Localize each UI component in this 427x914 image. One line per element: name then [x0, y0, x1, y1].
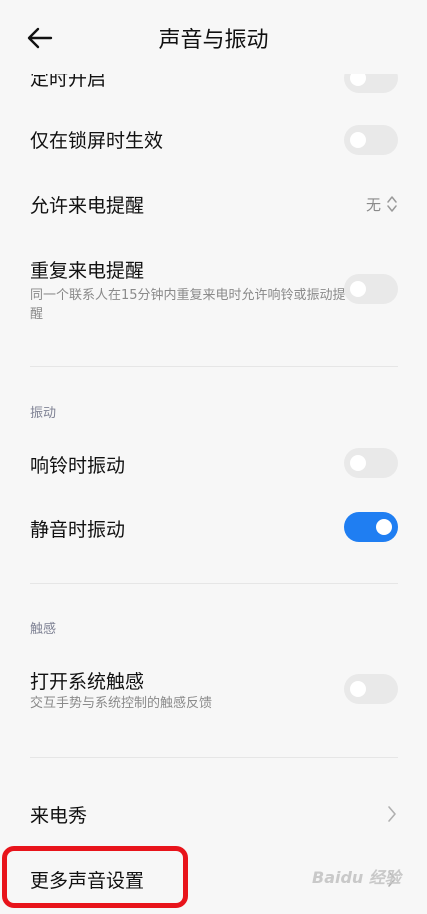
- haptics-label: 打开系统触感: [30, 671, 145, 693]
- haptics-desc: 交互手势与系统控制的触感反馈: [30, 696, 213, 711]
- vibrate-silent-toggle[interactable]: [344, 512, 398, 542]
- row-caller-show[interactable]: 来电秀: [0, 790, 427, 838]
- repeat-calls-label: 重复来电提醒: [30, 260, 145, 282]
- page-title: 声音与振动: [158, 28, 269, 53]
- chevron-right-icon: [388, 806, 396, 822]
- repeat-calls-desc: 同一个联系人在15分钟内重复来电时允许响铃或振动提醒: [30, 288, 346, 322]
- row-vibrate-ring[interactable]: 响铃时振动: [0, 440, 427, 488]
- row-haptics[interactable]: 打开系统触感 交互手势与系统控制的触感反馈: [0, 662, 427, 722]
- row-vibrate-silent[interactable]: 静音时振动: [0, 504, 427, 552]
- watermark: Baidu 经验: [312, 868, 401, 887]
- row-lockscreen-only[interactable]: 仅在锁屏时生效: [0, 116, 427, 164]
- haptics-toggle[interactable]: [344, 674, 398, 704]
- row-allow-calls[interactable]: 允许来电提醒 无: [0, 180, 427, 228]
- up-down-chevron-icon: [387, 196, 397, 212]
- allow-calls-label: 允许来电提醒: [30, 195, 145, 217]
- section-header-haptics: 触感: [30, 622, 57, 637]
- vibrate-ring-label: 响铃时振动: [30, 455, 126, 477]
- row-repeat-calls[interactable]: 重复来电提醒 同一个联系人在15分钟内重复来电时允许响铃或振动提醒: [0, 250, 427, 334]
- header-bar: 声音与振动: [0, 0, 427, 74]
- divider: [30, 583, 398, 584]
- divider: [30, 366, 398, 367]
- lockscreen-only-label: 仅在锁屏时生效: [30, 130, 164, 152]
- lockscreen-only-toggle[interactable]: [344, 125, 398, 155]
- section-header-vibration: 振动: [30, 406, 57, 421]
- vibrate-silent-label: 静音时振动: [30, 519, 126, 541]
- vibrate-ring-toggle[interactable]: [344, 448, 398, 478]
- allow-calls-value: 无: [365, 196, 381, 214]
- divider: [30, 757, 398, 758]
- highlight-box: [2, 846, 188, 908]
- repeat-calls-toggle[interactable]: [344, 274, 398, 304]
- caller-show-label: 来电秀: [30, 805, 88, 827]
